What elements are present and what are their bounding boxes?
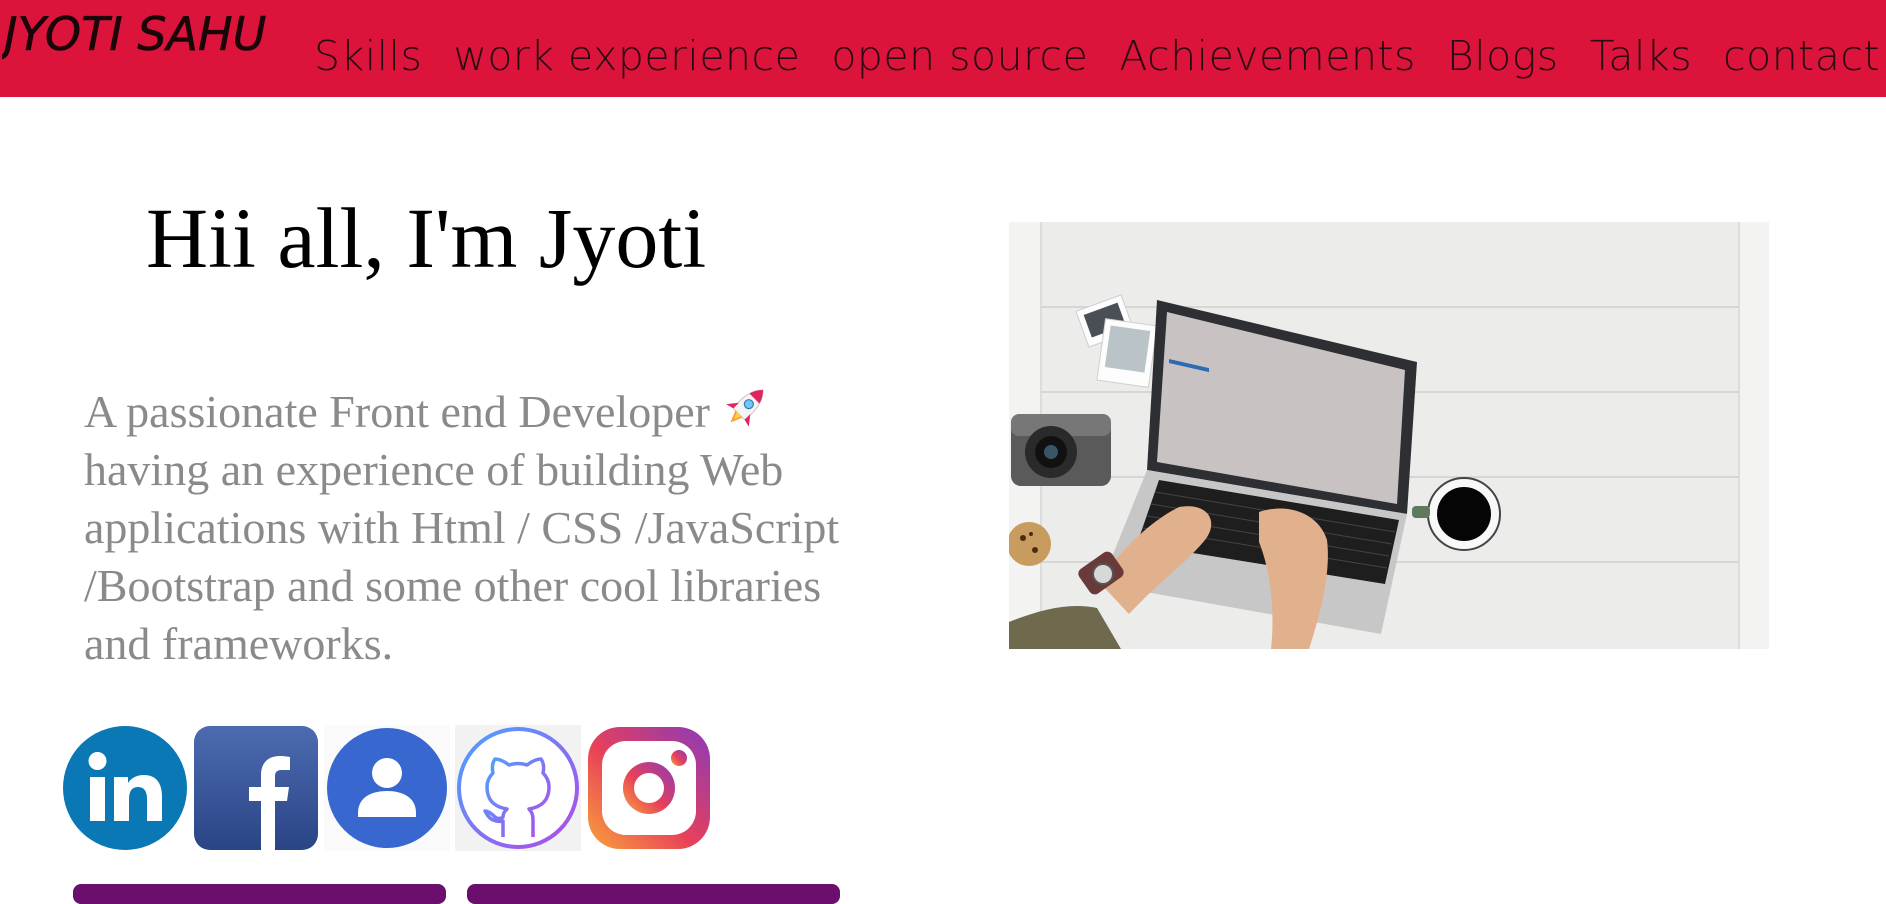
laptop-desk-illustration	[1009, 222, 1769, 649]
rocket-icon	[726, 389, 764, 427]
greeting-heading: Hii all, I'm Jyoti	[146, 190, 707, 286]
nav-work-experience[interactable]: work experience	[453, 26, 800, 86]
instagram-icon	[588, 727, 710, 849]
linkedin-icon	[63, 726, 187, 850]
github-link[interactable]	[455, 725, 581, 851]
svg-text:JYOTI SAHU: JYOTI SAHU	[2, 7, 266, 61]
facebook-link[interactable]	[193, 725, 319, 851]
nav-blogs[interactable]: Blogs	[1447, 26, 1559, 86]
facebook-icon	[194, 726, 318, 851]
nav-achievements[interactable]: Achievements	[1119, 26, 1416, 86]
intro-line: having an experience of building Web	[84, 444, 784, 495]
main-nav: Skills work experience open source Achie…	[314, 26, 1886, 86]
logo[interactable]: JYOTI SAHU	[0, 0, 292, 97]
cta-button-primary[interactable]	[73, 884, 446, 904]
cta-button-secondary[interactable]	[467, 884, 840, 904]
intro-line-text: A passionate Front end Developer	[84, 386, 710, 437]
nav-talks[interactable]: Talks	[1590, 26, 1692, 86]
instagram-link[interactable]	[586, 725, 712, 851]
intro-line: A passionate Front end Developer	[84, 381, 924, 441]
navbar: JYOTI SAHU Skills work experience open s…	[0, 0, 1886, 97]
nav-skills[interactable]: Skills	[314, 26, 422, 86]
github-icon	[455, 725, 581, 851]
social-links	[62, 725, 712, 851]
intro-line: applications with Html / CSS /JavaScript	[84, 502, 840, 553]
linkedin-link[interactable]	[62, 725, 188, 851]
laptop-desk-photo	[1009, 222, 1769, 649]
intro-paragraph: A passionate Front end Developer having …	[84, 381, 924, 673]
profile-link[interactable]	[324, 725, 450, 851]
nav-contact-me[interactable]: contact me	[1723, 26, 1886, 86]
nav-open-source[interactable]: open source	[831, 26, 1088, 86]
intro-line: /Bootstrap and some other cool libraries	[84, 560, 822, 611]
logo-signature: JYOTI SAHU	[0, 7, 267, 62]
profile-icon	[324, 725, 450, 851]
intro-line: and frameworks.	[84, 618, 394, 669]
